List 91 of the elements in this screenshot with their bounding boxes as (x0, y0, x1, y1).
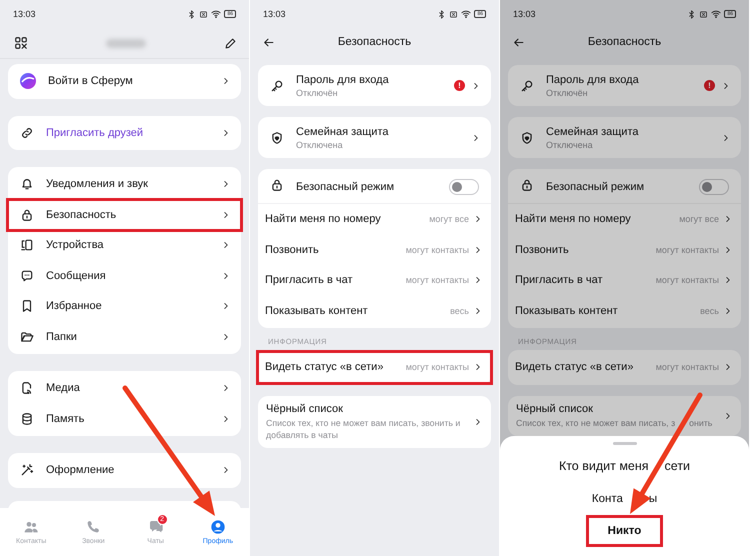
wifi-icon (211, 9, 222, 19)
status-time: 13:03 (513, 9, 536, 19)
bluetooth-icon (687, 10, 696, 18)
privacy-row[interactable]: Позвонить могут контакты (258, 234, 491, 265)
sheet-option[interactable]: Конта ы (586, 483, 663, 515)
settings-row[interactable]: Пригласить друзей (8, 118, 241, 148)
privacy-row[interactable]: Позвонить могут контакты (508, 234, 741, 265)
sphere-logo-icon (20, 73, 36, 90)
settings-card[interactable]: Пароль для входа Отключён ! (258, 65, 491, 106)
settings-row[interactable]: Память (8, 404, 241, 434)
qr-code-icon (14, 36, 28, 50)
setting-description: онить (689, 416, 712, 428)
bookmark-icon (20, 299, 34, 314)
shield-icon (520, 130, 534, 144)
settings-row[interactable]: Папки (8, 322, 241, 352)
setting-title: Пароль для входа (546, 74, 640, 86)
setting-title: Безопасный режим (546, 181, 646, 193)
bell-icon (20, 177, 34, 192)
status-time: 13:03 (263, 9, 286, 19)
sim-card-icon (699, 10, 708, 18)
settings-card[interactable]: Чёрный список Список тех, кто не может вам писать, звонить и добавлять в чаты (258, 396, 491, 448)
sheet-option[interactable]: Никто (586, 515, 663, 547)
shield-icon (270, 130, 284, 144)
setting-status: Отключена (296, 140, 344, 150)
message-icon (20, 268, 34, 283)
back-icon (262, 36, 275, 48)
people-icon (23, 519, 40, 535)
setting-title: Чёрный список (516, 402, 594, 414)
bluetooth-icon (437, 10, 446, 18)
wand-icon (20, 463, 34, 478)
wifi-icon (461, 9, 472, 19)
setting-description: Список тех, кто не может вам писать, звонить и добавлять в чаты (266, 416, 462, 440)
setting-description: Список тех, кто не может вам писать, з (516, 416, 676, 428)
privacy-row[interactable]: Найти меня по номеру могут все (258, 204, 491, 234)
privacy-row[interactable]: Пригласить в чат могут контакты (508, 265, 741, 296)
settings-card[interactable]: Пароль для входа Отключён ! (508, 65, 741, 106)
setting-title: Семейная защита (546, 126, 640, 138)
blurred-name (106, 38, 146, 48)
drag-handle[interactable] (612, 442, 636, 445)
settings-row[interactable]: Уведомления и звук (8, 169, 241, 200)
lock-icon (520, 178, 534, 192)
setting-status: Отключён (546, 88, 589, 98)
privacy-row[interactable]: Показывать контент весь (258, 296, 491, 326)
database-icon (20, 412, 34, 426)
settings-row[interactable]: Избранное (8, 291, 241, 322)
sheet-title: сети (664, 459, 690, 473)
media-icon (20, 381, 34, 396)
privacy-row[interactable]: Видеть статус «в сети» могут контакты (508, 352, 741, 382)
folder-icon (20, 330, 34, 344)
privacy-row[interactable]: Показывать контент весь (508, 296, 741, 326)
lock-icon (20, 208, 34, 222)
settings-card[interactable]: Семейная защита Отключена (508, 117, 741, 158)
chat-bubbles-icon (148, 519, 164, 535)
edit-icon (224, 36, 237, 50)
settings-row[interactable]: Войти в Сферум (8, 66, 241, 96)
toggle-switch[interactable] (449, 179, 479, 195)
setting-title: Семейная защита (296, 126, 390, 138)
privacy-row[interactable]: Пригласить в чат могут контакты (258, 265, 491, 296)
settings-card[interactable]: Чёрный список Список тех, кто не может вам писать, з онить (508, 396, 741, 436)
settings-row[interactable]: Сообщения (8, 260, 241, 291)
setting-title: Пароль для входа (296, 74, 390, 86)
settings-row[interactable]: Безопасность (8, 200, 241, 230)
settings-row[interactable]: Оформление (8, 455, 241, 486)
alert-badge: ! (704, 80, 715, 91)
privacy-row[interactable]: Найти меня по номеру могут все (508, 204, 741, 234)
wifi-icon (711, 9, 722, 19)
devices-icon (20, 238, 34, 252)
sim-card-icon (199, 10, 208, 18)
setting-title: Безопасный режим (296, 181, 396, 193)
phone-icon (85, 519, 102, 535)
toggle-switch[interactable] (699, 179, 729, 195)
privacy-row[interactable]: Видеть статус «в сети» могут контакты (258, 352, 491, 382)
profile-icon (210, 519, 226, 535)
settings-card[interactable]: Семейная защита Отключена (258, 117, 491, 158)
setting-title: Чёрный список (266, 402, 344, 414)
link-icon (20, 126, 34, 140)
status-time: 13:03 (13, 9, 36, 19)
alert-badge: ! (454, 80, 465, 91)
key-icon (270, 78, 284, 92)
sheet-title: Кто видит меня (558, 459, 649, 473)
sim-card-icon (449, 10, 458, 18)
setting-status: Отключён (296, 88, 339, 98)
lock-icon (270, 178, 284, 192)
screen-title: Безопасность (588, 36, 662, 48)
screen-title: Безопасность (338, 36, 412, 48)
setting-status: Отключена (546, 140, 594, 150)
settings-row[interactable]: Медиа (8, 373, 241, 404)
bluetooth-icon (187, 10, 196, 18)
settings-row[interactable]: Устройства (8, 230, 241, 260)
back-icon (512, 36, 525, 48)
key-icon (520, 78, 534, 92)
